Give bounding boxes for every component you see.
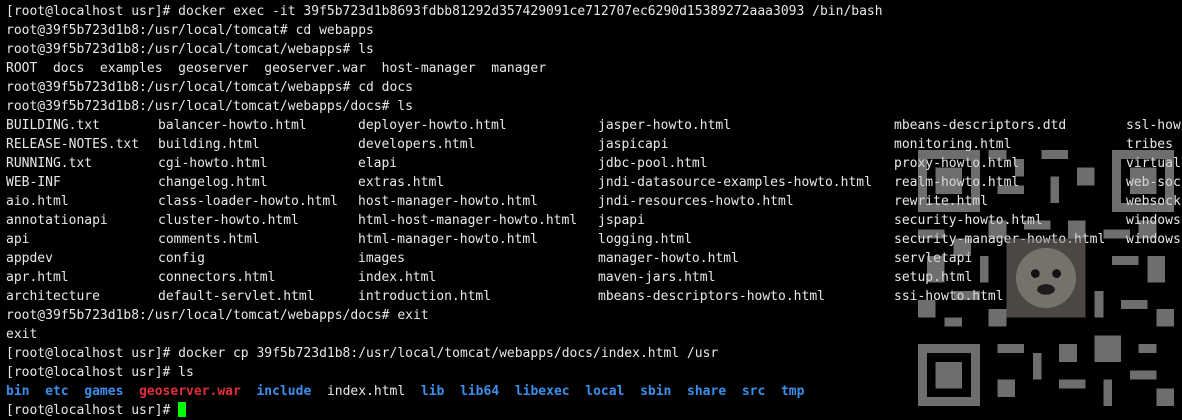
listing-entry: manager-howto.html <box>598 251 739 266</box>
listing-entry: building.html <box>158 137 260 152</box>
listing-entry: proxy-howto.html <box>894 156 1020 171</box>
usr-entry: sbin <box>640 384 672 399</box>
listing-entry: appdev <box>6 251 53 266</box>
listing-entry: RUNNING.txt <box>6 156 93 171</box>
listing-entry: annotationapi <box>6 213 108 228</box>
listing-entry: default-servlet.html <box>158 289 315 304</box>
terminal-line: root@39f5b723d1b8:/usr/local/tomcat/weba… <box>6 99 413 114</box>
terminal-line: root@39f5b723d1b8:/usr/local/tomcat/weba… <box>6 80 413 95</box>
listing-entry: security-manager-howto.html <box>894 232 1106 247</box>
terminal-line: root@39f5b723d1b8:/usr/local/tomcat/weba… <box>6 308 429 323</box>
prompt-text: [root@localhost usr]# <box>6 403 179 418</box>
listing-entry: jdbc-pool.html <box>598 156 708 171</box>
listing-entry: jspapi <box>598 213 645 228</box>
listing-entry: deployer-howto.html <box>358 118 507 133</box>
listing-entry: cluster-howto.html <box>158 213 299 228</box>
usr-entry: local <box>585 384 625 399</box>
listing-entry: monitoring.html <box>894 137 1012 152</box>
listing-entry: elapi <box>358 156 398 171</box>
listing-entry: balancer-howto.html <box>158 118 307 133</box>
terminal-line: ROOT docs examples geoserver geoserver.w… <box>6 61 547 76</box>
listing-entry: mbeans-descriptors-howto.html <box>598 289 825 304</box>
terminal-line: exit <box>6 327 38 342</box>
listing-row: BUILDING.txt balancer-howto.html deployer-… <box>6 116 1182 135</box>
terminal-prompt-line[interactable]: [root@localhost usr]# <box>6 401 1182 420</box>
listing-entry: websock <box>1126 194 1181 209</box>
listing-entry: tribes <box>1126 137 1173 152</box>
listing-entry: realm-howto.html <box>894 175 1020 190</box>
usr-listing: bin etc games geoserver.war include inde… <box>6 382 1182 401</box>
listing-entry: windows <box>1126 213 1181 228</box>
listing-entry: windows <box>1126 232 1181 247</box>
listing-entry: html-manager-howto.html <box>358 232 539 247</box>
listing-entry: index.html <box>358 270 437 285</box>
listing-row: architecture default-servlet.html introduc… <box>6 287 1182 306</box>
usr-entry: bin <box>6 384 30 399</box>
terminal-line: [root@localhost usr]# ls <box>6 365 194 380</box>
listing-row: appdev config images manager-howto.html serv… <box>6 249 1182 268</box>
listing-entry: setup.html <box>894 270 973 285</box>
terminal-cursor <box>178 402 187 417</box>
listing-entry: servletapi <box>894 251 973 266</box>
listing-entry: extras.html <box>358 175 445 190</box>
usr-entry: include <box>256 384 312 399</box>
listing-row: annotationapi cluster-howto.html html-host… <box>6 211 1182 230</box>
listing-entry: images <box>358 251 405 266</box>
terminal-line: root@39f5b723d1b8:/usr/local/tomcat# cd … <box>6 23 374 38</box>
listing-entry: virtual <box>1126 156 1181 171</box>
listing-entry: RELEASE-NOTES.txt <box>6 137 140 152</box>
listing-entry: ssi-howto.html <box>894 289 1004 304</box>
usr-entry: src <box>741 384 766 399</box>
terminal-window[interactable]: [root@localhost usr]# docker exec -it 39… <box>6 2 1182 420</box>
listing-entry: developers.html <box>358 137 476 152</box>
listing-entry: logging.html <box>598 232 692 247</box>
listing-row: api comments.html html-manager-howto.html l… <box>6 230 1182 249</box>
usr-entry: games <box>84 384 124 399</box>
listing-row: RUNNING.txt cgi-howto.html elapi jdbc-pool.… <box>6 154 1182 173</box>
listing-entry: jaspicapi <box>598 137 669 152</box>
listing-entry: rewrite.html <box>894 194 988 209</box>
listing-entry: host-manager-howto.html <box>358 194 539 209</box>
listing-entry: jndi-datasource-examples-howto.html <box>598 175 872 190</box>
usr-entry: libexec <box>514 384 570 399</box>
docs-listing: BUILDING.txt balancer-howto.html deployer-… <box>6 116 1182 306</box>
terminal-line: root@39f5b723d1b8:/usr/local/tomcat/weba… <box>6 42 374 57</box>
listing-entry: mbeans-descriptors.dtd <box>894 118 1067 133</box>
listing-entry: class-loader-howto.html <box>158 194 339 209</box>
usr-entry: lib64 <box>460 384 500 399</box>
usr-entry: geoserver.war <box>139 384 241 399</box>
listing-row: WEB-INF changelog.html extras.html jndi-dat… <box>6 173 1182 192</box>
listing-entry: jndi-resources-howto.html <box>598 194 794 209</box>
listing-entry: connectors.html <box>158 270 276 285</box>
usr-entry: tmp <box>780 384 805 399</box>
listing-entry: apr.html <box>6 270 69 285</box>
usr-entry: index.html <box>326 384 406 399</box>
listing-entry: BUILDING.txt <box>6 118 100 133</box>
listing-entry: comments.html <box>158 232 260 247</box>
usr-entry: share <box>687 384 727 399</box>
listing-entry: introduction.html <box>358 289 492 304</box>
listing-entry: cgi-howto.html <box>158 156 268 171</box>
listing-entry: ssl-how <box>1126 118 1181 133</box>
listing-entry: security-howto.html <box>894 213 1043 228</box>
listing-entry: changelog.html <box>158 175 268 190</box>
listing-entry: api <box>6 232 30 247</box>
listing-row: aio.html class-loader-howto.html host-mana… <box>6 192 1182 211</box>
terminal-line: [root@localhost usr]# docker exec -it 39… <box>6 4 883 19</box>
terminal-line: [root@localhost usr]# docker cp 39f5b723… <box>6 346 719 361</box>
listing-row: apr.html connectors.html index.html maven-j… <box>6 268 1182 287</box>
usr-entry: lib <box>420 384 445 399</box>
listing-entry: aio.html <box>6 194 69 209</box>
listing-entry: config <box>158 251 205 266</box>
listing-entry: jasper-howto.html <box>598 118 732 133</box>
listing-entry: maven-jars.html <box>598 270 716 285</box>
listing-entry: WEB-INF <box>6 175 61 190</box>
listing-entry: architecture <box>6 289 100 304</box>
usr-entry: etc <box>45 384 69 399</box>
listing-entry: web-soc <box>1126 175 1181 190</box>
listing-entry: html-host-manager-howto.html <box>358 213 578 228</box>
listing-row: RELEASE-NOTES.txt building.html developers… <box>6 135 1182 154</box>
